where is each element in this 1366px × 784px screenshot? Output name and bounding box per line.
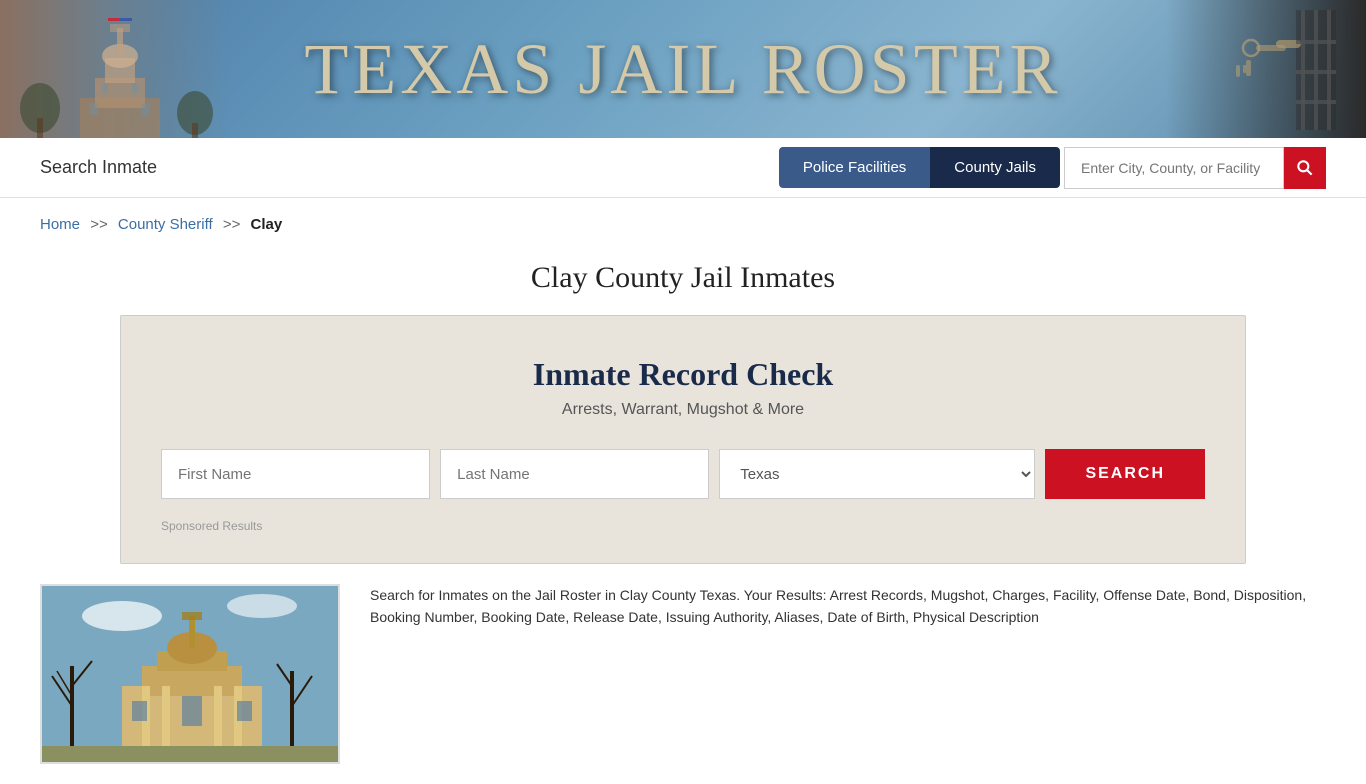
police-facilities-button[interactable]: Police Facilities xyxy=(779,147,930,188)
facility-search-wrapper xyxy=(1064,147,1326,189)
bottom-section: Search for Inmates on the Jail Roster in… xyxy=(0,584,1366,784)
search-inmate-label: Search Inmate xyxy=(40,157,157,178)
search-icon xyxy=(1295,158,1315,178)
record-check-title: Inmate Record Check xyxy=(161,356,1205,393)
breadcrumb-sep-1: >> xyxy=(90,216,108,233)
breadcrumb: Home >> County Sheriff >> Clay xyxy=(0,198,1366,251)
nav-controls: Police Facilities County Jails xyxy=(779,147,1326,189)
breadcrumb-sep-2: >> xyxy=(223,216,241,233)
record-check-form: AlabamaAlaskaArizonaArkansasCaliforniaCo… xyxy=(161,449,1205,499)
record-check-subtitle: Arrests, Warrant, Mugshot & More xyxy=(161,401,1205,419)
courthouse-svg xyxy=(42,586,340,764)
record-check-widget: Inmate Record Check Arrests, Warrant, Mu… xyxy=(120,315,1246,564)
state-select[interactable]: AlabamaAlaskaArizonaArkansasCaliforniaCo… xyxy=(719,449,1035,499)
last-name-input[interactable] xyxy=(440,449,709,499)
record-search-button[interactable]: SEARCH xyxy=(1045,449,1205,499)
county-jails-button[interactable]: County Jails xyxy=(930,147,1060,188)
breadcrumb-county-sheriff[interactable]: County Sheriff xyxy=(118,216,213,233)
breadcrumb-home[interactable]: Home xyxy=(40,216,80,233)
keys-icon xyxy=(1156,10,1336,130)
bottom-description-text: Search for Inmates on the Jail Roster in… xyxy=(370,587,1306,625)
facility-search-input[interactable] xyxy=(1064,147,1284,189)
navbar: Search Inmate Police Facilities County J… xyxy=(0,138,1366,198)
header-banner: Texas Jail Roster xyxy=(0,0,1366,138)
site-title: Texas Jail Roster xyxy=(304,28,1061,111)
sponsored-label: Sponsored Results xyxy=(161,519,1205,533)
first-name-input[interactable] xyxy=(161,449,430,499)
page-title: Clay County Jail Inmates xyxy=(20,261,1346,295)
bottom-description: Search for Inmates on the Jail Roster in… xyxy=(370,584,1326,764)
courthouse-image xyxy=(40,584,340,764)
capitol-building-icon xyxy=(20,8,220,138)
facility-search-button[interactable] xyxy=(1284,147,1326,189)
page-title-section: Clay County Jail Inmates xyxy=(0,251,1366,315)
breadcrumb-current: Clay xyxy=(251,216,283,233)
